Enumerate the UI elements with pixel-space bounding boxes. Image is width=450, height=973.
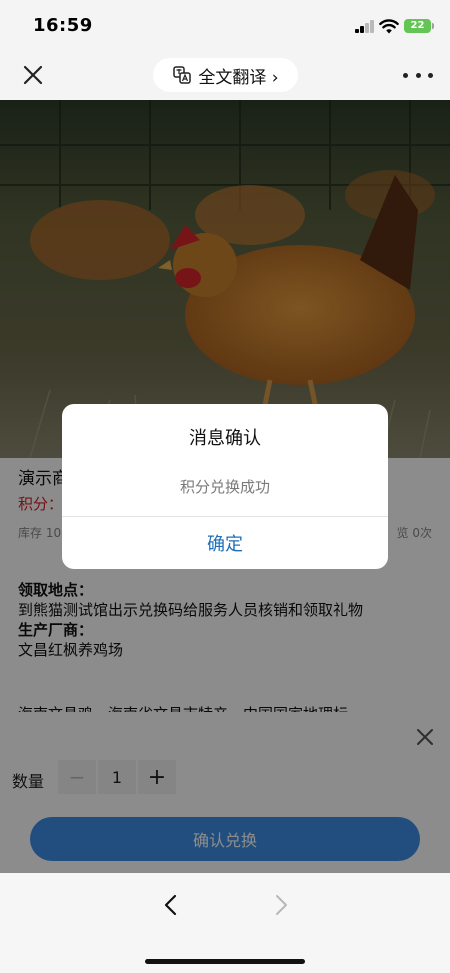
status-time: 16:59 bbox=[33, 15, 93, 36]
more-icon[interactable] bbox=[400, 60, 436, 90]
close-icon[interactable] bbox=[18, 60, 48, 90]
nav-bar: 全文翻译 › bbox=[0, 50, 450, 100]
translate-label: 全文翻译 › bbox=[198, 67, 279, 88]
forward-arrow-icon[interactable] bbox=[270, 893, 292, 917]
dialog-title: 消息确认 bbox=[189, 428, 261, 449]
translate-icon bbox=[173, 66, 192, 84]
status-bar: 16:59 22 bbox=[0, 0, 450, 50]
message-dialog: 消息确认 积分兑换成功 确定 bbox=[62, 404, 388, 569]
translate-button[interactable]: 全文翻译 › bbox=[153, 58, 298, 92]
battery-icon: 22 bbox=[404, 19, 434, 33]
dialog-message: 积分兑换成功 bbox=[179, 478, 270, 496]
back-arrow-icon[interactable] bbox=[160, 893, 182, 917]
cellular-signal-icon bbox=[355, 20, 375, 33]
dialog-ok-button[interactable]: 确定 bbox=[62, 517, 388, 569]
home-indicator bbox=[145, 959, 305, 964]
wifi-icon bbox=[379, 19, 399, 34]
bottom-toolbar bbox=[0, 873, 450, 973]
